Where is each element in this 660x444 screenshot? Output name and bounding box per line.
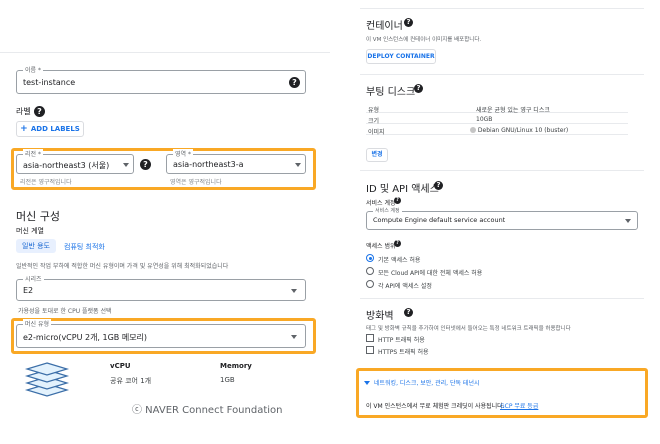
scope-full-label: 모든 Cloud API에 대한 전체 액세스 허용 <box>378 270 483 277</box>
change-disk-label: 변경 <box>371 151 383 158</box>
chevron-down-icon <box>291 289 297 293</box>
vcpu-header: vCPU <box>110 362 131 370</box>
stacked-layers-icon <box>24 362 70 397</box>
divider <box>360 170 644 171</box>
free-tier-text: 이 VM 인스턴스에서 무료 체험판 크레딧이 사용됩니다. <box>366 403 505 410</box>
container-title: 컨테이너 <box>366 21 403 32</box>
zone-value: asia-northeast3-a <box>173 160 244 169</box>
scope-custom-radio[interactable] <box>366 280 374 288</box>
service-account-heading: 서비스 계정 <box>366 200 396 207</box>
right-panel: 컨테이너 ? 이 VM 인스턴스에 컨테이너 이미지를 배포합니다. DEPLO… <box>330 0 660 444</box>
machine-type-select[interactable]: 머신 유형 e2-micro(vCPU 2개, 1GB 메모리) <box>16 319 306 348</box>
boot-disk-key: 이미지 <box>368 129 385 136</box>
deploy-container-label: DEPLOY CONTAINER <box>367 53 435 60</box>
machine-family-label: 머신 계열 <box>16 227 44 235</box>
http-checkbox[interactable] <box>366 334 374 342</box>
scope-default-label: 기본 액세스 허용 <box>378 257 421 264</box>
chevron-down-icon <box>123 163 129 167</box>
add-labels-button[interactable]: + ADD LABELS <box>16 121 84 137</box>
labels-title: 라벨 <box>16 107 31 116</box>
divider <box>360 298 644 299</box>
http-label: HTTP 트래픽 허용 <box>378 337 425 344</box>
firewall-desc: 태그 및 방화벽 규칙을 추가하여 인터넷에서 들어오는 특정 네트워크 트래픽… <box>366 326 571 332</box>
help-icon[interactable]: ? <box>394 240 401 247</box>
machine-type-label: 머신 유형 <box>23 319 51 328</box>
region-select[interactable]: 리전 * asia-northeast3 (서울) <box>16 149 134 174</box>
advanced-highlight <box>356 368 648 418</box>
instance-name-label: 이름 * <box>23 65 43 74</box>
boot-disk-value: Debian GNU/Linux 10 (buster) <box>470 127 568 134</box>
boot-disk-row: 유형 새로운 균형 있는 영구 디스크 <box>366 103 628 114</box>
help-icon[interactable]: ? <box>289 77 300 88</box>
help-icon[interactable]: ? <box>140 159 151 170</box>
firewall-title: 방화벽 <box>366 311 394 322</box>
credit-text: ⓒ NAVER Connect Foundation <box>132 405 283 416</box>
machine-family-desc: 일반적인 작업 부하에 적합한 머신 유형이며 가격 및 유연성을 위해 최적화… <box>16 263 229 270</box>
container-desc: 이 VM 인스턴스에 컨테이너 이미지를 배포합니다. <box>366 37 482 43</box>
region-value: asia-northeast3 (서울) <box>23 161 110 170</box>
service-account-select[interactable]: 서비스 계정 Compute Engine default service ac… <box>366 207 638 230</box>
boot-disk-value: 10GB <box>476 116 493 123</box>
help-icon[interactable]: ? <box>404 308 413 317</box>
help-icon[interactable]: ? <box>414 84 423 93</box>
boot-disk-image-value: Debian GNU/Linux 10 (buster) <box>477 127 569 134</box>
service-account-value: Compute Engine default service account <box>373 216 506 224</box>
https-checkbox[interactable] <box>366 346 374 354</box>
chevron-down-icon <box>291 335 297 339</box>
vcpu-value: 공유 코어 1개 <box>110 377 152 385</box>
zone-label: 영역 * <box>173 149 193 158</box>
divider <box>360 74 644 75</box>
change-disk-button[interactable]: 변경 <box>366 148 388 162</box>
series-select[interactable]: 시리즈 E2 <box>16 274 306 301</box>
help-icon[interactable]: ? <box>34 106 45 117</box>
machine-config-title: 머신 구성 <box>16 210 60 223</box>
left-panel: 이름 * test-instance ? 라벨 ? + ADD LABELS 리… <box>0 0 330 444</box>
machine-type-value: e2-micro(vCPU 2개, 1GB 메모리) <box>23 333 148 342</box>
boot-disk-row: 이미지 Debian GNU/Linux 10 (buster) <box>366 125 628 136</box>
divider <box>360 8 644 9</box>
help-icon[interactable]: ? <box>404 18 413 27</box>
add-labels-label: ADD LABELS <box>30 125 80 133</box>
deploy-container-button[interactable]: DEPLOY CONTAINER <box>366 49 436 64</box>
region-hint: 리전은 영구적입니다 <box>20 179 72 186</box>
advanced-expander-label: 네트워킹, 디스크, 보안, 관리, 단독 테넌시 <box>374 380 480 387</box>
free-tier-link[interactable]: GCP 무료 등급 <box>500 401 538 410</box>
https-label: HTTPS 트래픽 허용 <box>378 349 429 356</box>
help-icon[interactable]: ? <box>394 197 401 204</box>
memory-header: Memory <box>220 362 252 370</box>
boot-disk-key: 유형 <box>368 107 380 114</box>
instance-name-field[interactable]: 이름 * test-instance ? <box>16 65 306 94</box>
series-label: 시리즈 <box>23 274 44 283</box>
scope-custom-label: 각 API에 액세스 설정 <box>378 283 432 290</box>
zone-select[interactable]: 영역 * asia-northeast3-a <box>166 149 306 174</box>
access-scope-heading: 액세스 범위 <box>366 243 396 250</box>
tab-compute-optimized[interactable]: 컴퓨팅 최적화 <box>64 242 105 252</box>
chevron-down-icon <box>364 381 370 385</box>
scope-default-radio[interactable] <box>366 254 374 262</box>
scope-full-radio[interactable] <box>366 267 374 275</box>
instance-name-value: test-instance <box>23 78 76 87</box>
boot-disk-value: 새로운 균형 있는 영구 디스크 <box>476 107 550 114</box>
region-label: 리전 * <box>23 149 43 158</box>
zone-hint: 영역은 영구적입니다 <box>170 179 222 186</box>
vm-create-page: 이름 * test-instance ? 라벨 ? + ADD LABELS 리… <box>0 0 660 444</box>
chevron-down-icon <box>625 219 631 223</box>
tab-general-purpose[interactable]: 일반 용도 <box>16 239 56 253</box>
series-value: E2 <box>23 286 34 295</box>
plus-icon: + <box>20 124 31 134</box>
debian-icon <box>470 127 476 133</box>
chevron-down-icon <box>295 163 301 167</box>
boot-disk-row: 크기 10GB <box>366 114 628 125</box>
boot-disk-key: 크기 <box>368 118 380 125</box>
service-account-label: 서비스 계정 <box>373 207 402 214</box>
divider <box>0 52 330 53</box>
help-icon[interactable]: ? <box>434 181 443 190</box>
memory-value: 1GB <box>220 376 235 384</box>
tab-general-purpose-label: 일반 용도 <box>22 242 50 250</box>
series-desc: 가용성을 토대로 한 CPU 플랫폼 선택 <box>18 308 112 315</box>
identity-title: ID 및 API 액세스 <box>366 184 439 195</box>
boot-disk-title: 부팅 디스크 <box>366 87 416 98</box>
